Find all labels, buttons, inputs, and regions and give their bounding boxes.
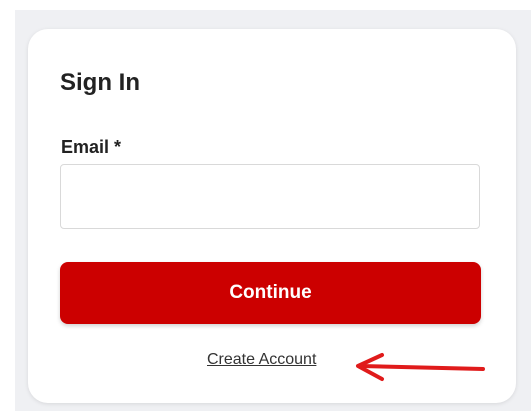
page-title: Sign In <box>60 69 140 96</box>
create-account-link[interactable]: Create Account <box>207 349 316 371</box>
email-label: Email * <box>61 137 122 157</box>
continue-button[interactable]: Continue <box>60 262 481 324</box>
email-field[interactable] <box>60 164 480 229</box>
left-arrow-icon <box>356 353 485 381</box>
